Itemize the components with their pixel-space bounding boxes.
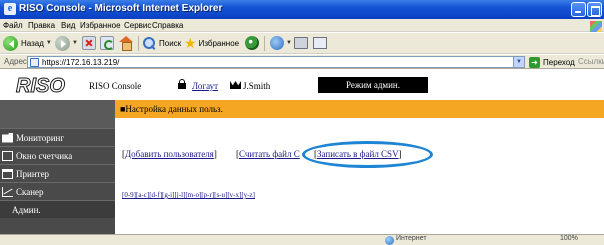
- sidebar-item-admin[interactable]: Админ.: [0, 200, 115, 218]
- forward-button[interactable]: ▼: [55, 35, 78, 51]
- edit-button[interactable]: [313, 35, 327, 51]
- go-arrow-icon: ➜: [529, 56, 540, 68]
- counter-icon: [2, 150, 13, 161]
- mail-icon: [270, 36, 284, 50]
- chevron-down-icon: ▼: [286, 40, 292, 46]
- windows-logo-icon: [590, 21, 602, 32]
- address-label: Адрес:: [4, 57, 30, 66]
- stop-icon: [82, 36, 96, 50]
- forward-arrow-icon: [55, 35, 70, 51]
- edit-icon: [313, 37, 327, 49]
- menu-file[interactable]: Файл: [3, 21, 23, 30]
- address-url: https://172.16.13.219/: [42, 58, 120, 67]
- page-icon: [30, 58, 39, 67]
- user-name: J.Smith: [243, 81, 271, 91]
- stop-button[interactable]: [82, 35, 96, 51]
- sidebar: Мониторинг Окно счетчика Принтер Сканер …: [0, 100, 115, 234]
- alphabet-index-label: [0-9][a-c][d-f][g-i][j-l][m-o][p-r][s-u]…: [122, 191, 255, 199]
- maximize-button[interactable]: [587, 2, 602, 17]
- scanner-icon: [2, 186, 13, 197]
- home-icon: [119, 36, 134, 51]
- toolbar-separator: [264, 36, 265, 51]
- mail-button[interactable]: ▼: [270, 35, 292, 51]
- back-arrow-icon: [3, 35, 18, 51]
- chevron-down-icon: ▼: [45, 40, 52, 46]
- back-button[interactable]: Назад ▼: [3, 35, 52, 51]
- chevron-down-icon: ▼: [72, 40, 78, 46]
- address-input[interactable]: https://172.16.13.219/ ▼: [27, 56, 525, 68]
- page-content: RISO RISO Console Логаут J.Smith Режим а…: [0, 70, 604, 234]
- read-file-label: Считать файл С: [239, 149, 300, 159]
- star-icon: ★: [184, 35, 197, 51]
- menu-bar: Файл Правка Вид Избранное Сервис Справка: [0, 19, 604, 32]
- toolbar-separator: [138, 36, 139, 51]
- back-label: Назад: [21, 38, 44, 48]
- sidebar-item-label: Окно счетчика: [16, 150, 73, 161]
- sidebar-header: [0, 100, 115, 128]
- zone-label: Интернет: [396, 235, 427, 242]
- add-user-link[interactable]: [Добавить пользователя]: [122, 149, 217, 159]
- sidebar-item-label: Принтер: [16, 168, 50, 179]
- add-user-label: Добавить пользователя: [125, 149, 214, 159]
- section-title-bar: ■Настройка данных польз.: [115, 100, 604, 118]
- minimize-button[interactable]: [571, 2, 586, 17]
- read-file-link[interactable]: [Считать файл С: [236, 149, 300, 159]
- sidebar-item-scanner[interactable]: Сканер: [0, 182, 115, 200]
- sidebar-item-monitoring[interactable]: Мониторинг: [0, 128, 115, 146]
- globe-icon: [385, 236, 394, 245]
- favorites-button[interactable]: ★ Избранное: [184, 35, 239, 51]
- sidebar-item-label: Сканер: [16, 186, 44, 197]
- refresh-button[interactable]: [100, 35, 114, 51]
- menu-edit[interactable]: Правка: [28, 21, 55, 30]
- alphabet-index[interactable]: [0-9][a-c][d-f][g-i][j-l][m-o][p-r][s-u]…: [122, 191, 255, 199]
- sidebar-item-counter[interactable]: Окно счетчика: [0, 146, 115, 164]
- window-title-bar: e RISO Console - Microsoft Internet Expl…: [0, 0, 604, 19]
- sidebar-item-label: Мониторинг: [16, 132, 65, 143]
- status-bar: Интернет 100%: [0, 234, 604, 245]
- home-button[interactable]: [119, 35, 134, 51]
- zoom-level[interactable]: 100%: [560, 235, 578, 242]
- ie-icon: e: [4, 3, 16, 15]
- crown-icon: [230, 81, 241, 89]
- monitor-icon: [2, 132, 13, 143]
- print-icon: [294, 37, 308, 49]
- search-button[interactable]: Поиск: [143, 35, 181, 51]
- favorites-label: Избранное: [198, 38, 240, 48]
- printer-icon: [2, 168, 13, 179]
- search-label: Поиск: [159, 38, 182, 48]
- sidebar-item-label: Админ.: [12, 204, 41, 215]
- lock-icon: [178, 79, 186, 89]
- highlight-ring: [302, 141, 433, 168]
- bracket-close: ]: [213, 149, 217, 159]
- menu-help[interactable]: Справка: [152, 21, 183, 30]
- go-button[interactable]: ➜ Переход: [529, 56, 575, 68]
- search-icon: [143, 36, 156, 50]
- admin-mode-badge: Режим админ.: [318, 77, 428, 93]
- console-header: RISO RISO Console Логаут J.Smith Режим а…: [0, 70, 604, 100]
- toolbar: Назад ▼ ▼ Поиск ★ Избранное ▼: [0, 33, 604, 54]
- menu-favorites[interactable]: Избранное: [80, 21, 121, 30]
- media-icon: [245, 36, 259, 50]
- section-title: ■Настройка данных польз.: [120, 104, 223, 114]
- chevron-down-icon[interactable]: ▼: [513, 57, 524, 67]
- refresh-icon: [100, 36, 114, 50]
- print-button[interactable]: [294, 35, 308, 51]
- go-label: Переход: [543, 57, 575, 67]
- links-label[interactable]: Ссылки: [578, 57, 604, 66]
- brand-name: RISO Console: [89, 81, 142, 91]
- menu-tools[interactable]: Сервис: [124, 21, 151, 30]
- address-bar: Адрес: https://172.16.13.219/ ▼ ➜ Перехо…: [0, 55, 604, 69]
- menu-view[interactable]: Вид: [61, 21, 75, 30]
- logout-link[interactable]: Логаут: [192, 81, 218, 91]
- riso-logo: RISO: [16, 75, 66, 97]
- window-title: RISO Console - Microsoft Internet Explor…: [19, 3, 223, 14]
- sidebar-item-printer[interactable]: Принтер: [0, 164, 115, 182]
- media-button[interactable]: [245, 35, 259, 51]
